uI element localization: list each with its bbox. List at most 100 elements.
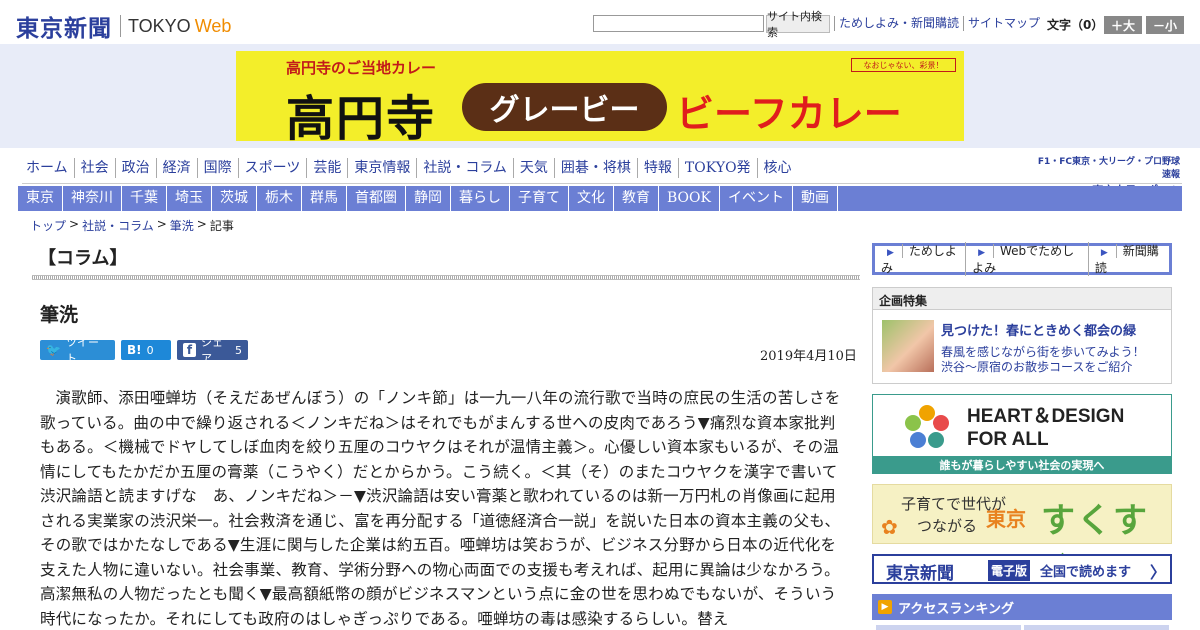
article-date: 2019年4月10日 bbox=[760, 349, 857, 364]
subnav-shutoken[interactable]: 首都圏 bbox=[347, 186, 406, 211]
triangle-right-icon: ▶ bbox=[887, 248, 894, 258]
article-title: 筆洗 bbox=[40, 304, 79, 326]
subscribe-trial-link[interactable]: ▶ ためしよみ bbox=[875, 242, 965, 276]
nav-kakushin[interactable]: 核心 bbox=[756, 158, 798, 178]
subscribe-purchase-link[interactable]: ▶ 新聞購読 bbox=[1087, 242, 1169, 276]
subnav-kanagawa[interactable]: 神奈川 bbox=[63, 186, 122, 211]
twitter-icon: 🐦 bbox=[46, 343, 61, 357]
nav-tokyo-hatsu[interactable]: TOKYO発 bbox=[677, 158, 757, 178]
breadcrumb: トップ > 社説・コラム > 筆洗 > 記事 bbox=[30, 217, 234, 234]
ranking-tab[interactable] bbox=[1024, 625, 1169, 630]
nav-politics[interactable]: 政治 bbox=[114, 158, 156, 178]
facebook-icon: f bbox=[183, 343, 196, 357]
breadcrumb-current: 記事 bbox=[209, 219, 234, 233]
hatena-bookmark-button[interactable]: B! 0 bbox=[121, 340, 171, 360]
breadcrumb-column[interactable]: 筆洗 bbox=[170, 217, 194, 234]
logo-divider bbox=[120, 15, 121, 37]
facebook-share-button[interactable]: f シェア 5 bbox=[177, 336, 248, 365]
nav-editorial-column[interactable]: 社説・コラム bbox=[416, 158, 513, 178]
ranking-icon: ▶ bbox=[878, 600, 892, 614]
subnav-tochigi[interactable]: 栃木 bbox=[257, 186, 302, 211]
hatena-count: 0 bbox=[146, 343, 154, 357]
digital-edition-text: 全国で読めます bbox=[1040, 565, 1132, 580]
nav-international[interactable]: 国際 bbox=[196, 158, 238, 178]
logo-jp: 東京新聞 bbox=[16, 15, 112, 42]
nav-weather[interactable]: 天気 bbox=[512, 158, 554, 178]
logo-en-web: Web bbox=[194, 15, 232, 36]
top-links: ためしよみ・新聞購読 サイトマップ bbox=[834, 16, 1044, 31]
subnav-event[interactable]: イベント bbox=[720, 186, 793, 211]
heart-design-logo-icon bbox=[905, 405, 949, 448]
subnav-culture[interactable]: 文化 bbox=[569, 186, 614, 211]
nav-economy[interactable]: 経済 bbox=[155, 158, 197, 178]
triangle-right-icon: ▶ bbox=[978, 248, 985, 258]
subnav-life[interactable]: 暮らし bbox=[451, 186, 510, 211]
subnav-tokyo[interactable]: 東京 bbox=[18, 186, 63, 211]
triangle-right-icon: ▶ bbox=[1100, 248, 1108, 258]
feature-desc-line2: 渋谷～原宿のお散歩コースをご紹介 bbox=[941, 360, 1133, 374]
feature-description: 春風を感じながら街を歩いてみよう！ 渋谷～原宿のお散歩コースをご紹介 bbox=[941, 345, 1145, 375]
site-logo[interactable]: 東京新聞 TOKYO Web bbox=[16, 9, 231, 43]
nav-tokuho[interactable]: 特報 bbox=[636, 158, 678, 178]
subnav-book[interactable]: BOOK bbox=[659, 186, 720, 211]
nav-society[interactable]: 社会 bbox=[73, 158, 115, 178]
feature-thumbnail[interactable] bbox=[882, 320, 934, 372]
main-nav: ホーム 社会 政治 経済 国際 スポーツ 芸能 東京情報 社説・コラム 天気 囲… bbox=[22, 158, 798, 178]
subnav-gunma[interactable]: 群馬 bbox=[302, 186, 347, 211]
feature-title[interactable]: 見つけた！春にときめく都会の緑 bbox=[941, 320, 1136, 339]
nav-entertainment[interactable]: 芸能 bbox=[306, 158, 347, 178]
flower-icon: ✿ bbox=[881, 515, 898, 539]
digital-edition-banner[interactable]: 東京新聞 電子版 全国で読めます 〉 bbox=[872, 554, 1172, 584]
ad-pill-text: グレービー bbox=[462, 83, 667, 131]
heart-design-title-line1: HEART＆DESIGN bbox=[967, 406, 1125, 427]
ranking-tab[interactable] bbox=[876, 625, 1021, 630]
nav-home[interactable]: ホーム bbox=[22, 158, 74, 178]
nav-sports[interactable]: スポーツ bbox=[237, 158, 307, 178]
subnav-video[interactable]: 動画 bbox=[793, 186, 838, 211]
digital-edition-badge: 電子版 bbox=[988, 560, 1031, 581]
banner-ad[interactable]: 高円寺のご当地カレー 高円寺 グレービー ビーフカレー なおじゃない、彩景！ bbox=[236, 51, 964, 141]
subnav-shizuoka[interactable]: 静岡 bbox=[406, 186, 451, 211]
heart-design-title: HEART＆DESIGN FOR ALL bbox=[967, 405, 1124, 451]
heart-design-title-line2: FOR ALL bbox=[967, 429, 1049, 450]
site-search-input[interactable] bbox=[593, 15, 764, 32]
section-rule bbox=[32, 275, 860, 280]
breadcrumb-top[interactable]: トップ bbox=[30, 217, 66, 234]
heart-design-banner[interactable]: HEART＆DESIGN FOR ALL 誰もが暮らしやすい社会の実現へ bbox=[872, 394, 1172, 474]
sub-nav: 東京 神奈川 千葉 埼玉 茨城 栃木 群馬 首都圏 静岡 暮らし 子育て 文化 … bbox=[18, 186, 1182, 211]
subnav-education[interactable]: 教育 bbox=[614, 186, 659, 211]
tweet-label: ツイート bbox=[65, 336, 99, 365]
subscribe-web-trial-link[interactable]: ▶ Webでためしよみ bbox=[965, 242, 1088, 276]
ad-top-text: 高円寺のご当地カレー bbox=[286, 59, 437, 77]
logo-en-tokyo: TOKYO bbox=[128, 15, 191, 36]
subscribe-box: ▶ ためしよみ ▶ Webでためしよみ ▶ 新聞購読 bbox=[872, 242, 1172, 276]
heart-design-footer: 誰もが暮らしやすい社会の実現へ bbox=[873, 456, 1171, 473]
subnav-saitama[interactable]: 埼玉 bbox=[167, 186, 212, 211]
breadcrumb-sep: > bbox=[156, 217, 167, 231]
nav-go-shogi[interactable]: 囲碁・将棋 bbox=[553, 158, 637, 178]
font-size-label: 文字（0） bbox=[1047, 18, 1104, 32]
subnav-chiba[interactable]: 千葉 bbox=[122, 186, 167, 211]
subnav-ibaraki[interactable]: 茨城 bbox=[212, 186, 257, 211]
subnav-parenting[interactable]: 子育て bbox=[510, 186, 569, 211]
chevron-right-icon: 〉 bbox=[1150, 563, 1167, 582]
feature-desc-line1: 春風を感じながら街を歩いてみよう！ bbox=[941, 345, 1145, 359]
sukusuku-brand-tokyo: 東京 bbox=[986, 507, 1026, 531]
font-smaller-button[interactable]: －小 bbox=[1146, 16, 1184, 34]
breadcrumb-section[interactable]: 社説・コラム bbox=[82, 217, 154, 234]
fb-share-count: 5 bbox=[235, 343, 242, 357]
font-bigger-button[interactable]: ＋大 bbox=[1104, 16, 1142, 34]
section-heading: 【コラム】 bbox=[38, 248, 128, 269]
feature-box: 企画特集 見つけた！春にときめく都会の緑 春風を感じながら街を歩いてみよう！ 渋… bbox=[872, 287, 1172, 384]
tweet-button[interactable]: 🐦 ツイート bbox=[40, 336, 115, 365]
link-trial-subscribe[interactable]: ためしよみ・新聞購読 bbox=[834, 16, 963, 31]
site-search-button[interactable]: サイト内検索 bbox=[766, 10, 830, 39]
top-bar: 東京新聞 TOKYO Web サイト内検索 ためしよみ・新聞購読 サイトマップ 文… bbox=[0, 0, 1200, 44]
ad-right-text: ビーフカレー bbox=[676, 92, 902, 136]
link-sitemap[interactable]: サイトマップ bbox=[963, 16, 1044, 31]
access-ranking-label: アクセスランキング bbox=[898, 601, 1014, 617]
sukusuku-banner[interactable]: 子育てで世代が つながる ✿ 東京 すくすく bbox=[872, 484, 1172, 590]
nav-tokyo-info[interactable]: 東京情報 bbox=[347, 158, 416, 178]
logo-en: TOKYO Web bbox=[128, 16, 231, 37]
breadcrumb-sep: > bbox=[196, 217, 207, 231]
